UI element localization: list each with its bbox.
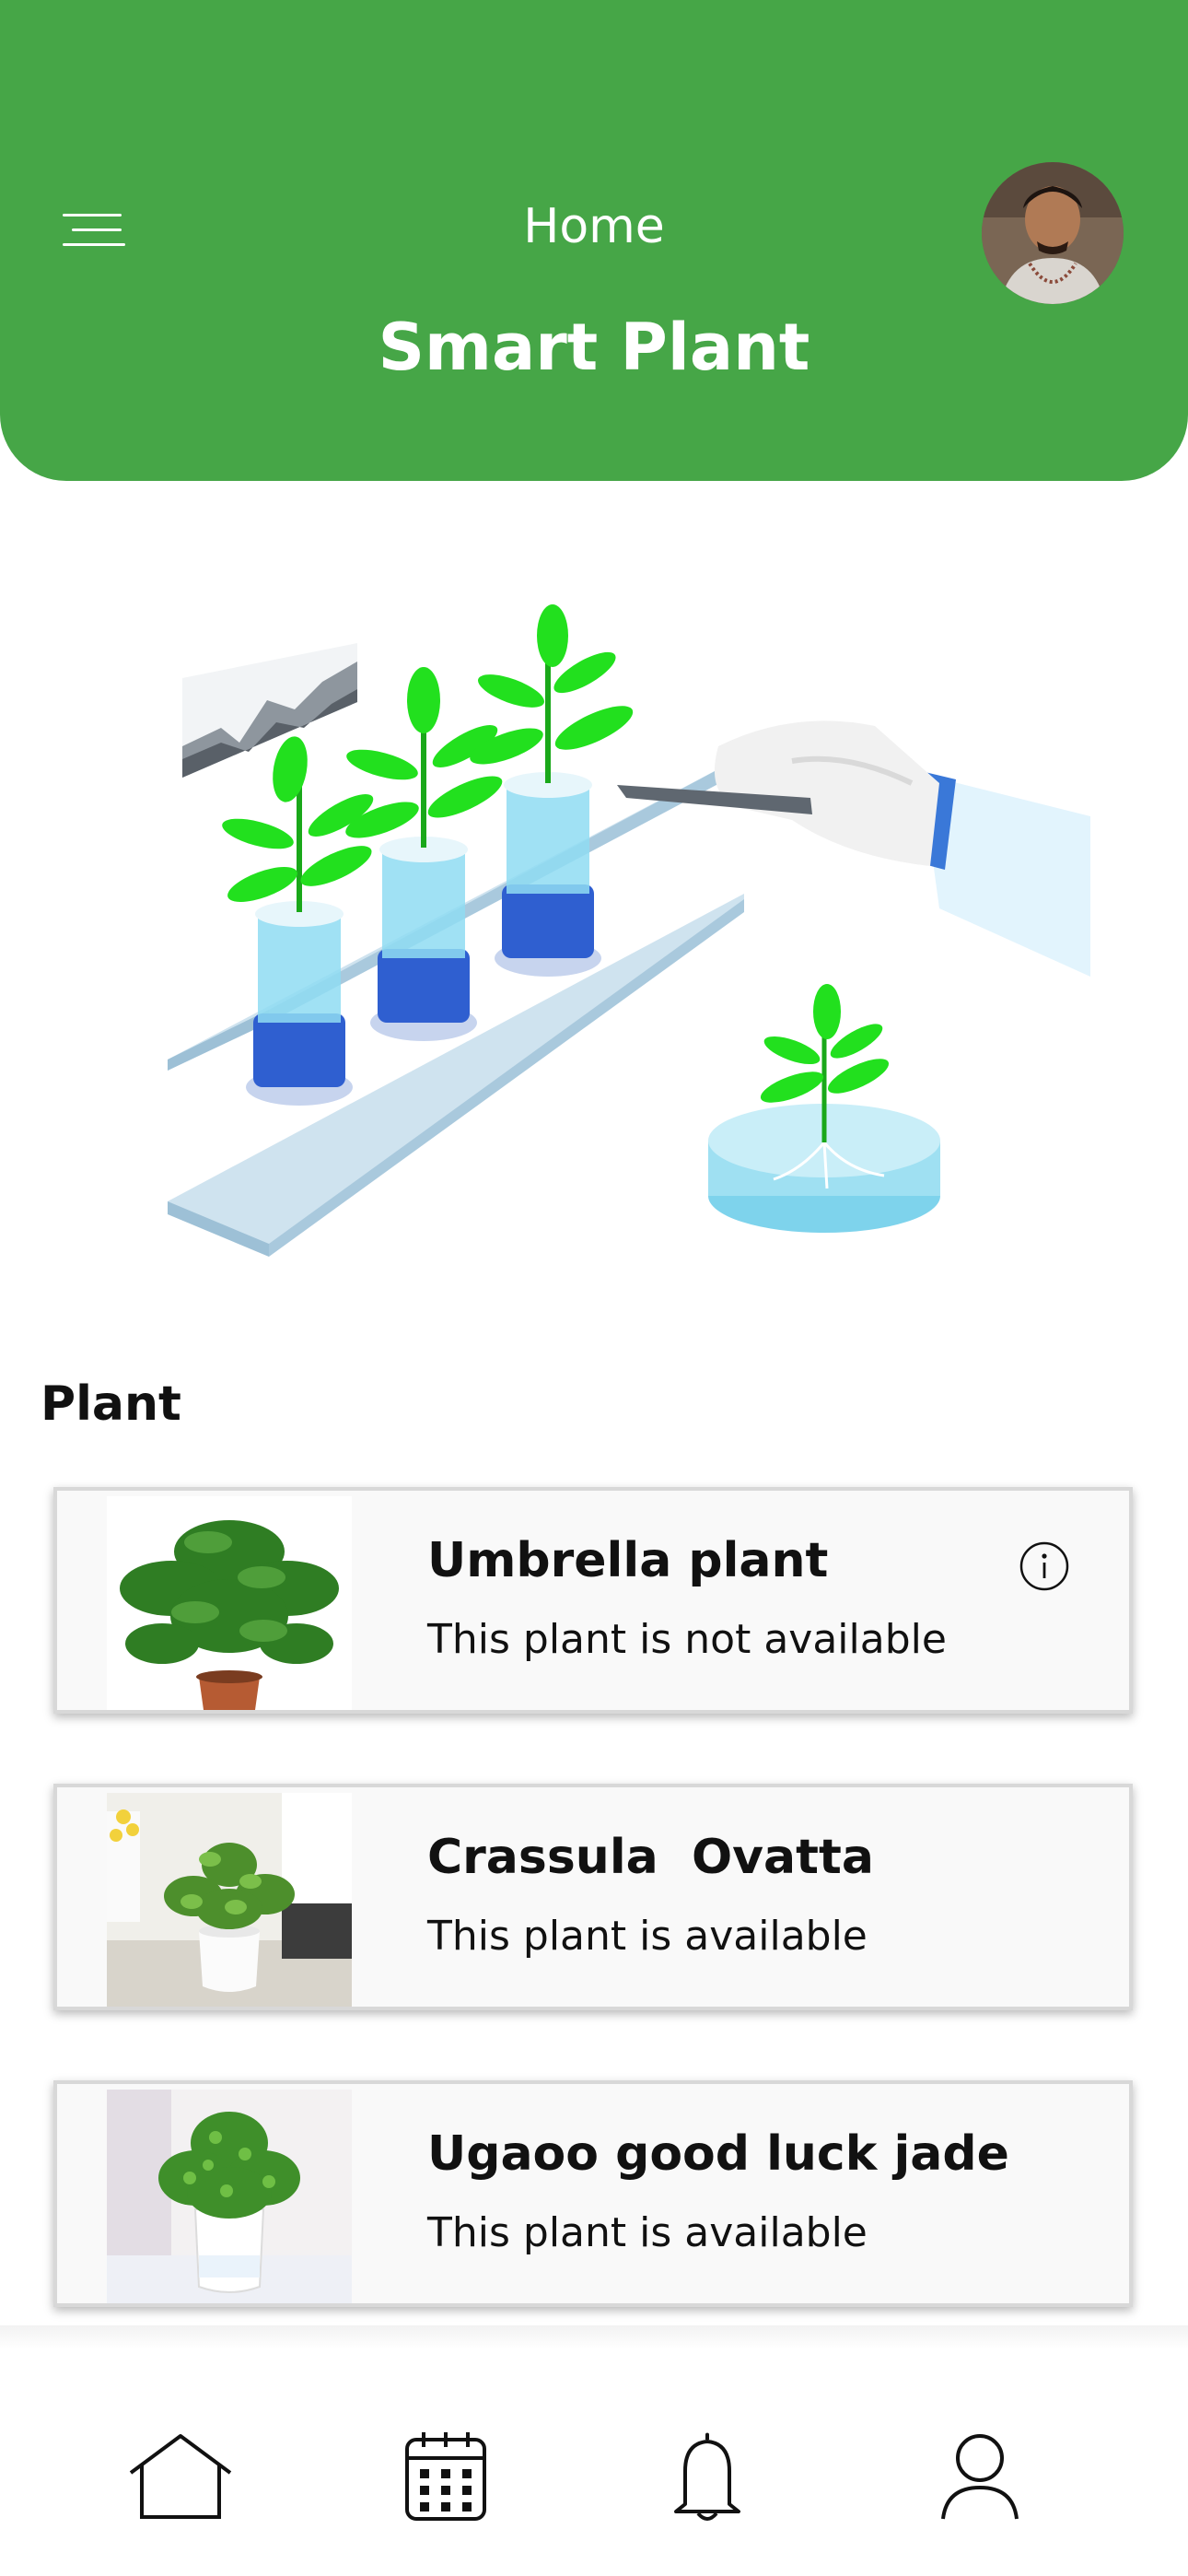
- info-icon[interactable]: [1019, 1540, 1070, 1592]
- user-avatar[interactable]: [982, 162, 1124, 304]
- scroll-fade: [0, 2325, 1188, 2349]
- plant-card-ugaoo-jade[interactable]: Ugaoo good luck jade This plant is avail…: [53, 2080, 1133, 2307]
- home-icon[interactable]: [125, 2430, 236, 2523]
- umbrella-plant-image: [107, 1496, 352, 1710]
- plant-availability-status: This plant is available: [427, 2209, 868, 2256]
- app-title: Smart Plant: [378, 310, 810, 385]
- crassula-plant-image: [107, 1793, 352, 2007]
- jade-plant-image: [107, 2090, 352, 2303]
- growth-chart-graphic: [182, 643, 357, 778]
- bottom-navigation: [0, 2349, 1188, 2576]
- calendar-icon[interactable]: [390, 2430, 501, 2523]
- plant-card-crassula[interactable]: Crassula Ovatta This plant is available: [53, 1784, 1133, 2010]
- plant-availability-status: This plant is available: [427, 1913, 868, 1960]
- header-bar: Home Smart Plant: [0, 0, 1188, 481]
- plant-name: Crassula Ovatta: [427, 1830, 874, 1885]
- petri-dish-graphic: [708, 984, 940, 1233]
- plant-name: Umbrella plant: [427, 1533, 829, 1588]
- hero-illustration: [168, 604, 1090, 1257]
- plant-section-title: Plant: [41, 1376, 181, 1432]
- plant-card-umbrella[interactable]: Umbrella plant This plant is not availab…: [53, 1487, 1133, 1714]
- plant-name: Ugaoo good luck jade: [427, 2126, 1009, 2182]
- plant-availability-status: This plant is not available: [427, 1616, 947, 1663]
- bell-icon[interactable]: [652, 2430, 763, 2523]
- profile-icon[interactable]: [925, 2430, 1035, 2523]
